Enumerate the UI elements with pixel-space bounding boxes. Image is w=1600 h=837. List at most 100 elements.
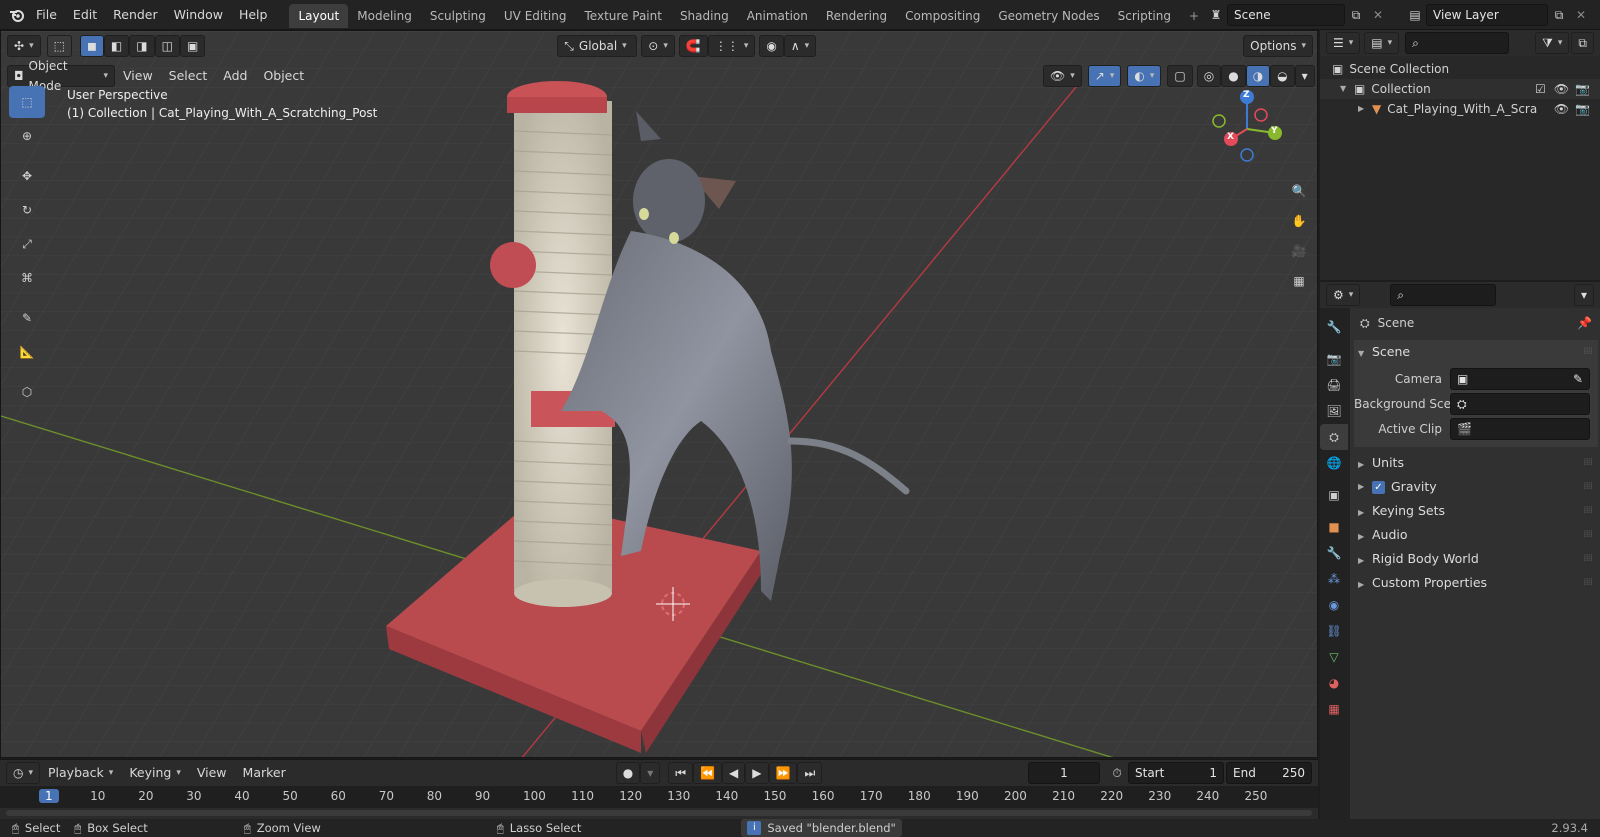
select-extend-icon[interactable]: ◧ bbox=[103, 35, 130, 57]
menu-render[interactable]: Render bbox=[105, 0, 166, 30]
overlay-toggle[interactable]: ◐ ▾ bbox=[1127, 65, 1162, 87]
modifier-tab-icon[interactable]: 🔧 bbox=[1320, 540, 1348, 566]
collapse-icon[interactable]: ▶ bbox=[1358, 99, 1372, 119]
new-collection-icon[interactable]: ⧉ bbox=[1571, 32, 1594, 54]
checkbox-icon[interactable]: ☑ bbox=[1535, 79, 1546, 99]
gravity-panel[interactable]: ▶ ✓ Gravity ⁞⁞⁞⁞ bbox=[1354, 475, 1598, 499]
camera-view-icon[interactable]: 🎥 bbox=[1285, 237, 1313, 265]
editor-type-button[interactable]: ✣ ▾ bbox=[7, 35, 41, 57]
camera-field[interactable]: ▣ ✎ bbox=[1450, 367, 1590, 390]
tab-animation[interactable]: Animation bbox=[738, 4, 817, 28]
view-layer-field[interactable]: View Layer bbox=[1426, 4, 1548, 26]
stopwatch-icon[interactable]: ⏱ bbox=[1106, 762, 1128, 784]
pin-icon[interactable]: 📌 bbox=[1577, 316, 1592, 330]
3d-viewport[interactable]: ✣ ▾ ⬚ ◼ ◧ ◨ ◫ ▣ ⤡ Global ▾ ⊙ ▾ 🧲 ⋮⋮ ▾ ◉ ∧ ▾ Op… bbox=[0, 30, 1318, 758]
world-tab-icon[interactable]: 🌐 bbox=[1320, 450, 1348, 476]
jump-end-icon[interactable]: ⏭ bbox=[797, 762, 823, 784]
play-reverse-icon[interactable]: ◀ bbox=[722, 762, 746, 784]
timeline-menu-keying[interactable]: Keying ▾ bbox=[121, 760, 189, 786]
active-clip-field[interactable]: 🎬 bbox=[1450, 417, 1590, 440]
visibility-dropdown[interactable]: 👁 ▾ bbox=[1043, 65, 1082, 87]
menu-help[interactable]: Help bbox=[231, 0, 276, 30]
texture-tab-icon[interactable]: ▦ bbox=[1320, 696, 1348, 722]
solid-shading-icon[interactable]: ● bbox=[1221, 65, 1246, 87]
move-tool-icon[interactable]: ✥ bbox=[9, 160, 45, 192]
constraints-tab-icon[interactable]: ⛓ bbox=[1320, 618, 1348, 644]
properties-options-dropdown[interactable]: ▾ bbox=[1573, 284, 1594, 306]
view-layer-tab-icon[interactable]: 🖼 bbox=[1320, 398, 1348, 424]
select-new-icon[interactable]: ◼ bbox=[79, 35, 104, 57]
pivot-point-dropdown[interactable]: ⊙ ▾ bbox=[641, 35, 675, 57]
outliner-search-input[interactable]: ⌕ bbox=[1405, 32, 1510, 54]
new-view-layer-icon[interactable]: ⧉ bbox=[1548, 4, 1570, 26]
tab-shading[interactable]: Shading bbox=[671, 4, 738, 28]
play-icon[interactable]: ▶ bbox=[745, 762, 769, 784]
view-layer-icon[interactable]: ▤ bbox=[1404, 4, 1426, 26]
material-tab-icon[interactable]: ◕ bbox=[1320, 670, 1348, 696]
snap-toggle[interactable]: 🧲 bbox=[678, 35, 708, 57]
options-dropdown[interactable]: Options ▾ bbox=[1243, 35, 1313, 57]
record-keyframe-icon[interactable]: ● bbox=[615, 762, 641, 784]
snap-target-dropdown[interactable]: ⋮⋮ ▾ bbox=[707, 35, 756, 57]
tab-geometry-nodes[interactable]: Geometry Nodes bbox=[989, 4, 1108, 28]
properties-editor-type[interactable]: ⚙ ▾ bbox=[1326, 284, 1361, 306]
add-workspace-icon[interactable]: + bbox=[1180, 4, 1208, 28]
custom-properties-panel[interactable]: ▶ Custom Properties ⁞⁞⁞⁞ bbox=[1354, 571, 1598, 595]
scale-tool-icon[interactable]: ⤢ bbox=[9, 228, 45, 260]
material-shading-icon[interactable]: ◑ bbox=[1245, 65, 1271, 87]
wireframe-shading-icon[interactable]: ◎ bbox=[1196, 65, 1222, 87]
measure-tool-icon[interactable]: 📐 bbox=[9, 336, 45, 368]
outliner-filter-dropdown[interactable]: ⧩ ▾ bbox=[1535, 32, 1570, 54]
jump-next-keyframe-icon[interactable]: ⏩ bbox=[768, 762, 798, 784]
scene-tab-icon[interactable]: ⛭ bbox=[1320, 424, 1348, 450]
zoom-icon[interactable]: 🔍 bbox=[1285, 177, 1313, 205]
blender-logo-icon[interactable] bbox=[6, 4, 28, 26]
properties-search-input[interactable]: ⌕ bbox=[1390, 284, 1497, 306]
outliner-scene-collection[interactable]: ▣ Scene Collection bbox=[1320, 59, 1600, 79]
select-invert-icon[interactable]: ◫ bbox=[154, 35, 180, 57]
start-frame-field[interactable]: Start 1 bbox=[1128, 762, 1224, 784]
delete-scene-icon[interactable]: ✕ bbox=[1367, 4, 1389, 26]
object-tab-icon[interactable]: ■ bbox=[1320, 514, 1348, 540]
tool-tab-icon[interactable]: 🔧 bbox=[1320, 314, 1348, 340]
select-intersect-icon[interactable]: ▣ bbox=[179, 35, 206, 57]
output-tab-icon[interactable]: 🖨 bbox=[1320, 372, 1348, 398]
timeline-menu-view[interactable]: View bbox=[189, 760, 235, 786]
select-tool-mode-icon[interactable]: ⬚ bbox=[46, 35, 72, 57]
pan-hand-icon[interactable]: ✋ bbox=[1285, 207, 1313, 235]
end-frame-field[interactable]: End 250 bbox=[1226, 762, 1312, 784]
tab-uv-editing[interactable]: UV Editing bbox=[495, 4, 576, 28]
transform-tool-icon[interactable]: ⌘ bbox=[9, 262, 45, 294]
transform-orientation-dropdown[interactable]: ⤡ Global ▾ bbox=[557, 35, 638, 57]
gravity-checkbox[interactable]: ✓ bbox=[1372, 480, 1385, 494]
jump-start-icon[interactable]: ⏮ bbox=[668, 762, 694, 784]
eye-icon[interactable]: 👁 bbox=[1554, 79, 1569, 99]
new-scene-icon[interactable]: ⧉ bbox=[1345, 4, 1367, 26]
collection-tab-icon[interactable]: ▣ bbox=[1320, 482, 1348, 508]
timeline-scrollbar[interactable] bbox=[6, 810, 1312, 816]
select-box-tool-icon[interactable]: ⬚ bbox=[9, 86, 45, 118]
navigation-gizmo[interactable]: Z Y X bbox=[1207, 89, 1287, 169]
current-frame-field[interactable]: 1 bbox=[1028, 762, 1100, 784]
outliner-collection[interactable]: ▼ ▣ Collection ☑ 👁 📷 bbox=[1320, 79, 1600, 99]
tab-rendering[interactable]: Rendering bbox=[817, 4, 896, 28]
menu-window[interactable]: Window bbox=[166, 0, 231, 30]
rendered-shading-icon[interactable]: ◒ bbox=[1270, 65, 1295, 87]
scene-name-field[interactable]: Scene bbox=[1227, 4, 1345, 26]
menu-file[interactable]: File bbox=[28, 0, 65, 30]
camera-icon[interactable]: 📷 bbox=[1575, 79, 1590, 99]
eye-icon[interactable]: 👁 bbox=[1554, 99, 1569, 119]
delete-view-layer-icon[interactable]: ✕ bbox=[1570, 4, 1592, 26]
annotate-tool-icon[interactable]: ✎ bbox=[9, 302, 45, 334]
units-panel[interactable]: ▶ Units ⁞⁞⁞⁞ bbox=[1354, 451, 1598, 475]
add-cube-tool-icon[interactable]: ⬡ bbox=[9, 376, 45, 408]
expand-icon[interactable]: ▼ bbox=[1340, 79, 1354, 99]
outliner-display-mode[interactable]: ▤ ▾ bbox=[1364, 32, 1400, 54]
scene-icon[interactable]: ♜ bbox=[1205, 4, 1227, 26]
tab-modeling[interactable]: Modeling bbox=[348, 4, 421, 28]
timeline-menu-marker[interactable]: Marker bbox=[235, 760, 294, 786]
jump-prev-keyframe-icon[interactable]: ⏪ bbox=[693, 762, 723, 784]
frame-ruler[interactable]: 1 10 20 30 40 50 60 70 80 90 100 110 120 130 140 150 160… bbox=[0, 786, 1318, 808]
rotate-tool-icon[interactable]: ↻ bbox=[9, 194, 45, 226]
tab-sculpting[interactable]: Sculpting bbox=[421, 4, 495, 28]
